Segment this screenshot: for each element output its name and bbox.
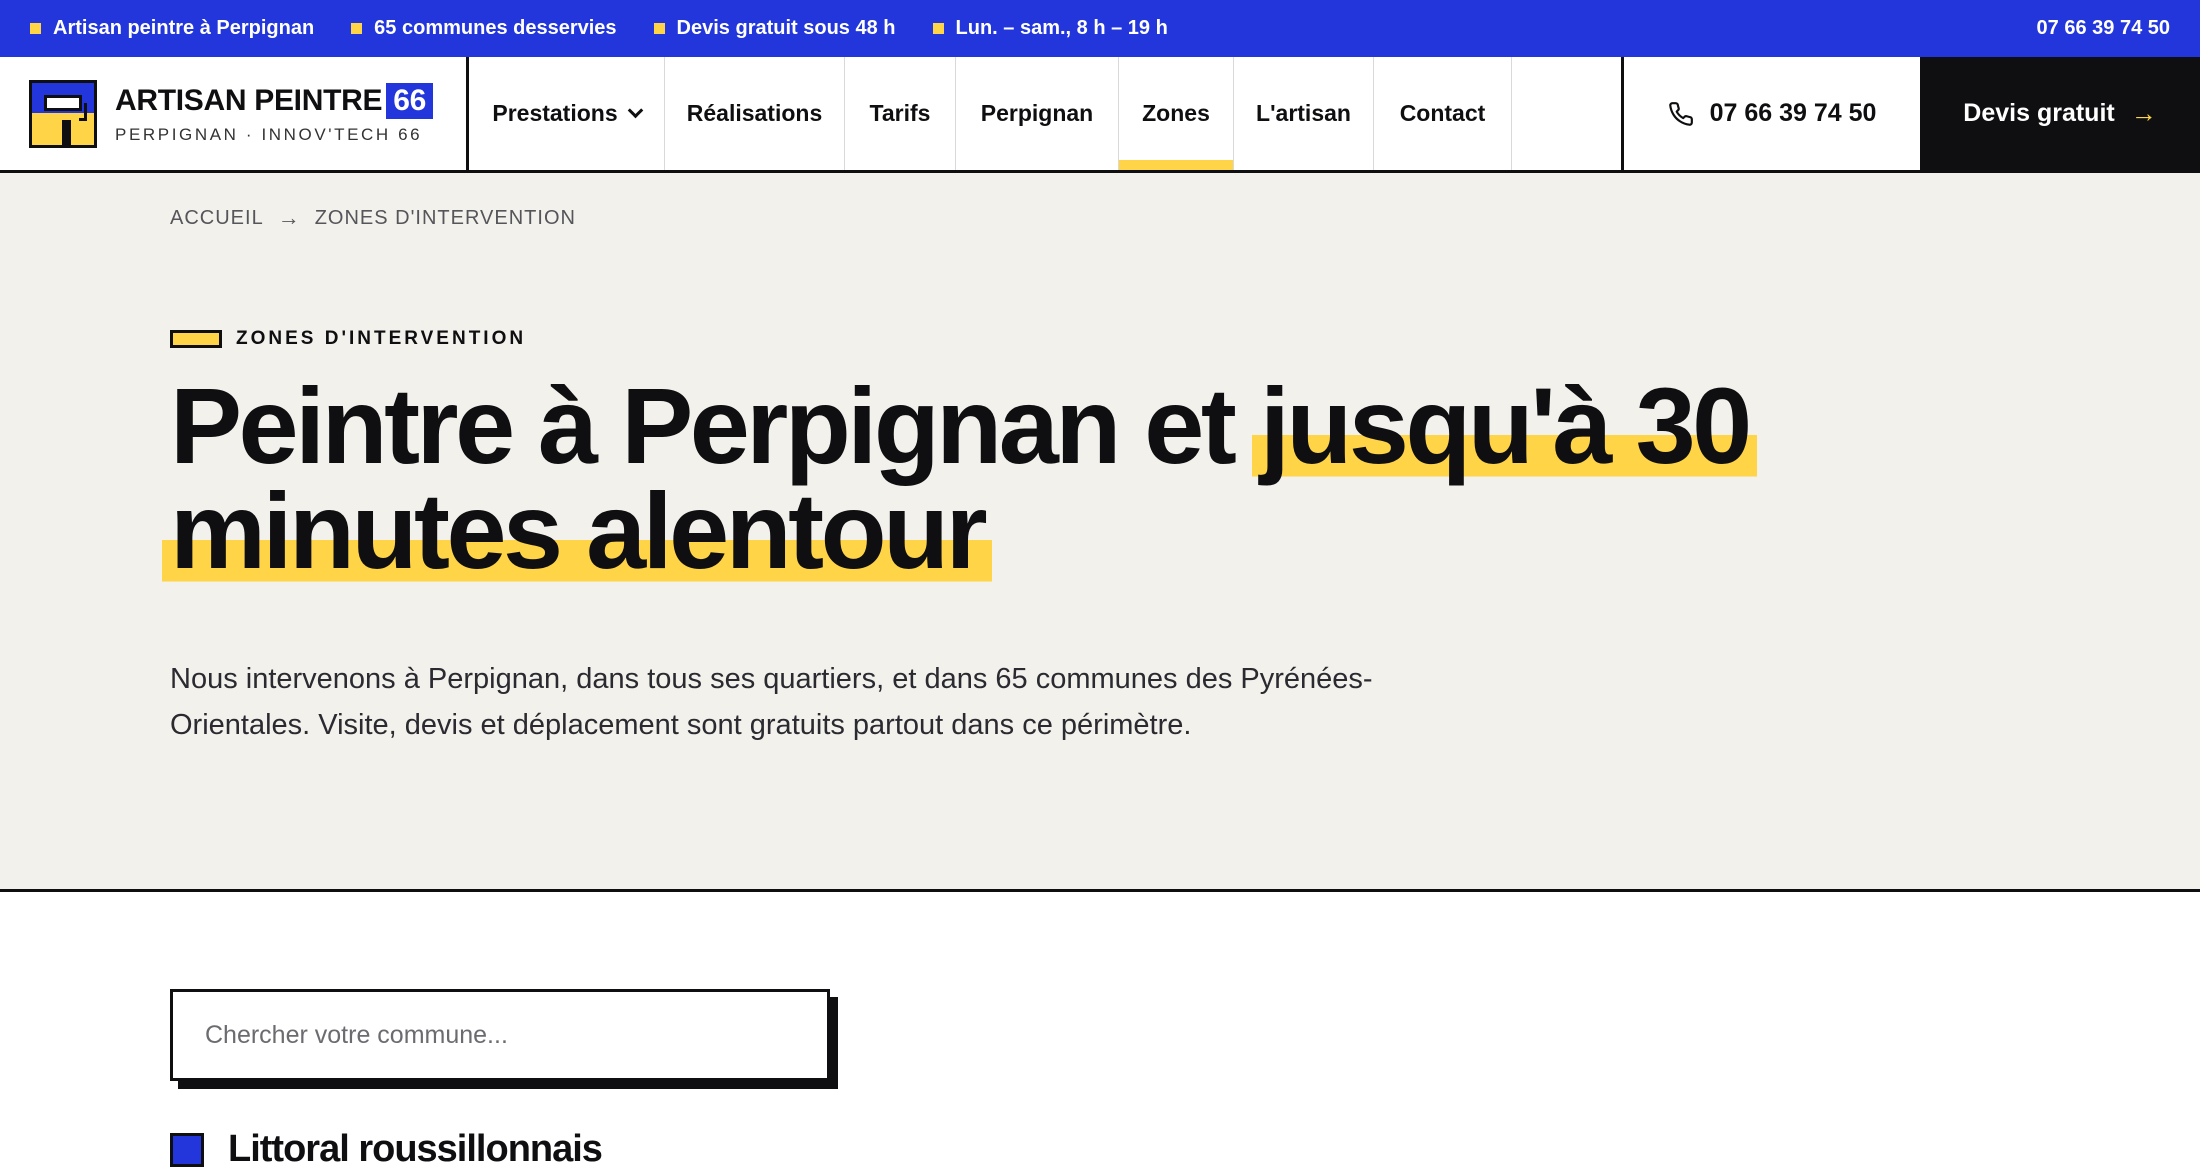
brand-text: ARTISAN PEINTRE 66 PERPIGNAN · INNOV'TECH… bbox=[115, 82, 433, 145]
paint-roller-icon bbox=[29, 79, 97, 148]
topbar-item: Devis gratuit sous 48 h bbox=[653, 17, 896, 40]
brand-home-link[interactable]: ARTISAN PEINTRE 66 PERPIGNAN · INNOV'TECH… bbox=[0, 57, 469, 170]
site-header: ARTISAN PEINTRE 66 PERPIGNAN · INNOV'TECH… bbox=[0, 57, 2200, 173]
square-bullet-icon bbox=[30, 23, 41, 34]
arrow-right-icon: → bbox=[2130, 98, 2157, 128]
topbar-item: Artisan peintre à Perpignan bbox=[30, 17, 314, 40]
breadcrumb-current: ZONES D'INTERVENTION bbox=[314, 206, 576, 229]
nav-item-zones[interactable]: Zones bbox=[1119, 57, 1234, 170]
topbar-item: Lun. – sam., 8 h – 19 h bbox=[932, 17, 1168, 40]
region-heading: Littoral roussillonnais bbox=[170, 1128, 603, 1171]
quote-cta-button[interactable]: Devis gratuit → bbox=[1920, 57, 2200, 170]
topbar-item: 65 communes desservies bbox=[351, 17, 617, 40]
square-bullet-icon bbox=[351, 23, 363, 34]
nav-item-tarifs[interactable]: Tarifs bbox=[845, 57, 956, 170]
commune-search-input[interactable] bbox=[170, 989, 830, 1081]
title-highlight: jusqu'à 30 bbox=[1251, 365, 1757, 486]
brand-badge: 66 bbox=[386, 82, 433, 119]
topbar-phone-link[interactable]: 07 66 39 74 50 bbox=[2037, 17, 2170, 40]
page-title: Peintre à Perpignan et jusqu'à 30 minute… bbox=[162, 365, 2070, 591]
square-marker-icon bbox=[170, 1132, 204, 1167]
commune-search bbox=[170, 989, 838, 1089]
nav-item-contact[interactable]: Contact bbox=[1374, 57, 1512, 170]
title-highlight: minutes alentour bbox=[162, 470, 993, 591]
breadcrumb: ACCUEIL → ZONES D'INTERVENTION bbox=[170, 205, 576, 231]
nav-item-lartisan[interactable]: L'artisan bbox=[1234, 57, 1374, 170]
main-nav: Prestations Réalisations Tarifs Perpigna… bbox=[469, 57, 1512, 170]
brand-tagline: PERPIGNAN · INNOV'TECH 66 bbox=[115, 124, 423, 144]
hero-section: ACCUEIL → ZONES D'INTERVENTION ZONES D'I… bbox=[0, 173, 2200, 892]
chevron-down-icon bbox=[627, 102, 643, 119]
eyebrow-marker bbox=[170, 330, 222, 348]
square-bullet-icon bbox=[932, 23, 944, 34]
arrow-right-icon: → bbox=[277, 205, 301, 230]
nav-item-realisations[interactable]: Réalisations bbox=[665, 57, 845, 170]
breadcrumb-home-link[interactable]: ACCUEIL bbox=[170, 207, 264, 230]
nav-item-perpignan[interactable]: Perpignan bbox=[956, 57, 1119, 170]
hero-lead-text: Nous intervenons à Perpignan, dans tous … bbox=[170, 663, 1373, 741]
section-eyebrow: ZONES D'INTERVENTION bbox=[170, 328, 526, 350]
header-phone-link[interactable]: 07 66 39 74 50 bbox=[1621, 57, 1920, 170]
brand-name: ARTISAN PEINTRE bbox=[115, 83, 383, 117]
square-bullet-icon bbox=[653, 23, 665, 34]
phone-icon bbox=[1668, 101, 1693, 126]
top-info-bar: Artisan peintre à Perpignan 65 communes … bbox=[0, 0, 2200, 57]
nav-item-prestations[interactable]: Prestations bbox=[469, 57, 665, 170]
